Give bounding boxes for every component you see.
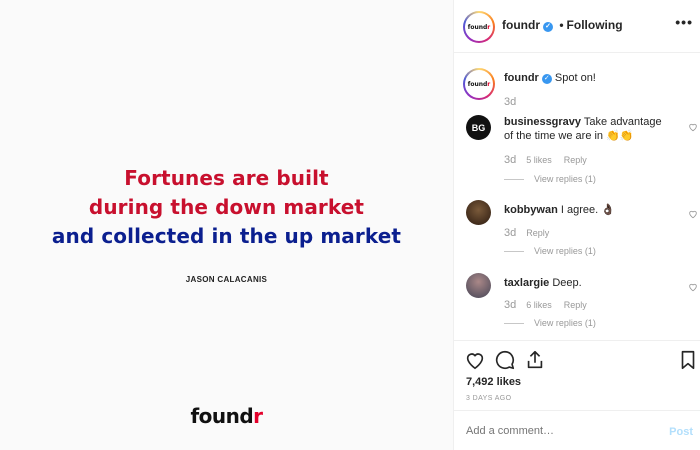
following-button[interactable]: Following (567, 18, 623, 32)
quote-author: JASON CALACANIS (185, 275, 268, 284)
caption-time[interactable]: 3d (504, 96, 516, 108)
quote-line-2: during the down market (88, 195, 365, 219)
share-icon[interactable] (524, 349, 546, 371)
like-count[interactable]: 7,492 likes (466, 376, 521, 388)
caption-avatar[interactable]: found r (463, 68, 495, 100)
avatar-text: found (467, 80, 488, 88)
post-sidebar: found r foundr ✓ • Following ••• found r fou… (453, 0, 700, 450)
comment-text: Deep. (552, 277, 582, 289)
add-comment-bar: Post (454, 410, 700, 450)
header-username[interactable]: foundr (502, 18, 540, 32)
separator-dot: • (559, 18, 564, 32)
reply-button[interactable]: Reply (526, 228, 549, 238)
comment-time[interactable]: 3d (504, 299, 516, 311)
quote-line-1: Fortunes are built (124, 166, 329, 190)
post-image[interactable]: Fortunes are built during the down marke… (0, 0, 453, 450)
post-date[interactable]: 3 DAYS AGO (466, 395, 512, 402)
comment-username[interactable]: taxlargie (504, 277, 549, 289)
commenter-avatar[interactable] (466, 273, 491, 298)
heart-icon[interactable] (688, 282, 698, 292)
brand-logo-accent: r (253, 404, 263, 428)
reply-button[interactable]: Reply (564, 155, 587, 165)
bookmark-icon[interactable] (677, 349, 699, 371)
post-button[interactable]: Post (669, 426, 693, 438)
action-bar: 7,492 likes 3 DAYS AGO (454, 340, 700, 410)
avatar-text: found (467, 23, 488, 31)
comment-likes[interactable]: 6 likes (526, 300, 552, 310)
reply-button[interactable]: Reply (564, 300, 587, 310)
avatar-accent: r (487, 80, 491, 88)
comment-likes[interactable]: 5 likes (526, 155, 552, 165)
like-heart-icon[interactable] (464, 349, 486, 371)
comment-time[interactable]: 3d (504, 227, 516, 239)
quote-line-3: and collected in the up market (51, 224, 402, 248)
heart-icon[interactable] (688, 122, 698, 132)
view-replies[interactable]: View replies (1) (534, 246, 596, 256)
comment-time[interactable]: 3d (504, 154, 516, 166)
brand-logo-main: found (190, 404, 254, 428)
post-header: found r foundr ✓ • Following ••• (454, 0, 700, 53)
commenter-avatar[interactable]: BG (466, 115, 491, 140)
view-replies[interactable]: View replies (1) (534, 318, 596, 328)
verified-icon: ✓ (541, 74, 552, 84)
comment-username[interactable]: businessgravy (504, 116, 581, 128)
more-icon[interactable]: ••• (675, 14, 693, 30)
avatar-accent: r (487, 23, 491, 31)
caption-username[interactable]: foundr (504, 72, 539, 84)
heart-icon[interactable] (688, 209, 698, 219)
view-replies[interactable]: View replies (1) (534, 174, 596, 184)
brand-logo: foundr (0, 404, 453, 428)
caption-text: Spot on! (554, 72, 596, 84)
commenter-avatar[interactable] (466, 200, 491, 225)
verified-icon: ✓ (543, 22, 553, 32)
comment-username[interactable]: kobbywan (504, 204, 558, 216)
comment-icon[interactable] (494, 349, 516, 371)
comment-text: I agree. 👌🏿 (560, 204, 615, 216)
profile-avatar[interactable]: found r (463, 11, 495, 43)
comment-input[interactable] (466, 425, 646, 437)
